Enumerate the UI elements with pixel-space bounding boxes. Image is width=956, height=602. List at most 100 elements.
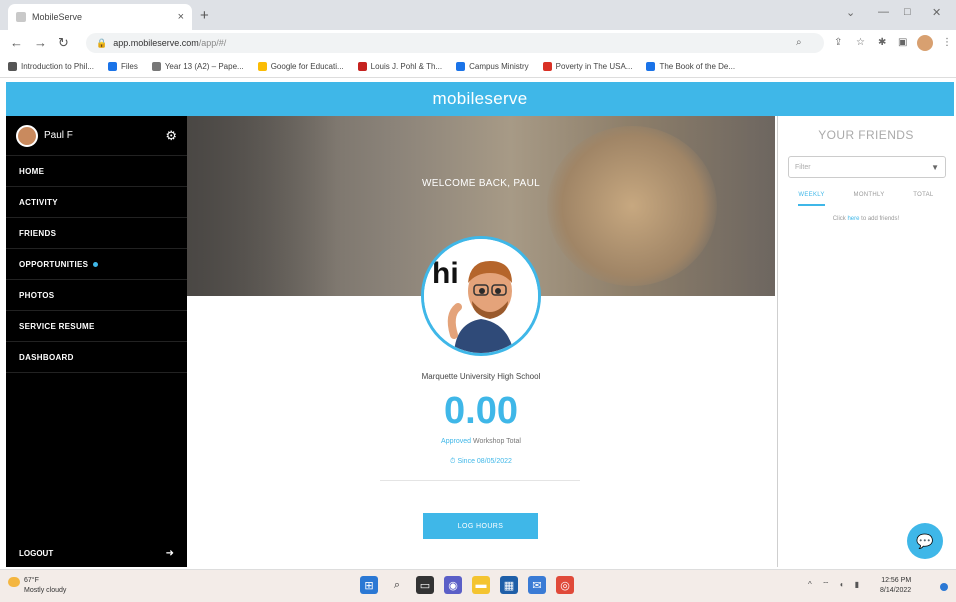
bookmark-item[interactable]: Louis J. Pohl & Th... — [357, 62, 443, 71]
tab-total[interactable]: TOTAL — [913, 192, 933, 206]
bookmark-item[interactable]: Year 13 (A2) – Pape... — [151, 62, 244, 71]
bookmark-item[interactable]: Files — [107, 62, 138, 71]
reload-icon[interactable]: ↻ — [58, 35, 69, 51]
hint-prefix: Click — [832, 216, 848, 222]
browser-tabstrip: MobileServe × + ⌄ — □ ✕ — [0, 0, 956, 30]
sidebar-item-home[interactable]: HOME — [6, 156, 187, 187]
welcome-heading: WELCOME BACK, PAUL — [421, 178, 541, 189]
clock-time: 12:56 PM — [881, 577, 912, 584]
chat-bubble-icon[interactable]: 💬 — [907, 523, 943, 559]
profile-avatar-large[interactable]: hi — [421, 236, 541, 356]
log-hours-button[interactable]: LOG HOURS — [423, 513, 538, 539]
browser-toolbar: ← → ↻ 🔒 app.mobileserve.com /app/#/ ⌕ ⇪ … — [0, 30, 956, 56]
url-path: /app/#/ — [198, 38, 227, 48]
hours-total: 0.00 — [444, 390, 518, 432]
forward-arrow-icon[interactable]: → — [34, 35, 47, 50]
side-panel-icon[interactable]: ▣ — [898, 37, 907, 48]
sidebar-item-activity[interactable]: ACTIVITY — [6, 187, 187, 218]
bookmark-label: Google for Educati... — [270, 62, 344, 71]
weather-temp: 67°F — [24, 577, 39, 584]
windows-start-icon[interactable]: ⊞ — [360, 576, 378, 594]
bookmark-item[interactable]: Google for Educati... — [257, 62, 344, 71]
tab-close-icon[interactable]: × — [178, 11, 184, 23]
notification-icon[interactable] — [940, 583, 948, 591]
friends-filter-select[interactable]: Filter ▼ — [788, 156, 946, 178]
taskbar-clock[interactable]: 12:56 PM 8/14/2022 — [880, 576, 911, 596]
hint-suffix: to add friends! — [859, 216, 900, 222]
taskbar-apps: ⊞ ⌕ ▭ ◉ ▬ ▦ ✉ ◎ — [360, 576, 574, 594]
sidebar-item-opportunities[interactable]: OPPORTUNITIES — [6, 249, 187, 280]
zoom-search-icon[interactable]: ⌕ — [796, 37, 802, 48]
minimize-icon[interactable]: — — [878, 6, 889, 18]
bookmark-favicon-icon — [8, 62, 17, 71]
url-host: app.mobileserve.com — [113, 38, 199, 48]
taskbar: 67°F Mostly cloudy ⊞ ⌕ ▭ ◉ ▬ ▦ ✉ ◎ ^ ⌔ ◐… — [0, 569, 956, 602]
bookmark-label: Louis J. Pohl & Th... — [370, 62, 443, 71]
tab-weekly[interactable]: WEEKLY — [798, 192, 825, 206]
window-close-icon[interactable]: ✕ — [932, 6, 941, 19]
sidebar-item-label: ACTIVITY — [19, 197, 58, 207]
bookmark-favicon-icon — [456, 62, 466, 71]
bookmark-label: Year 13 (A2) – Pape... — [164, 62, 244, 71]
system-tray-icons[interactable]: ^ ⌔ ◐ ▮ — [808, 580, 863, 590]
weather-widget[interactable]: 67°F Mostly cloudy — [8, 576, 66, 596]
sidebar-item-label: PHOTOS — [19, 290, 55, 300]
bookmark-favicon-icon — [257, 62, 267, 71]
gear-icon[interactable]: ⚙ — [165, 128, 177, 144]
bookmark-label: Poverty in The USA... — [555, 62, 633, 71]
address-bar[interactable]: 🔒 app.mobileserve.com /app/#/ — [86, 33, 824, 53]
friends-panel-title: YOUR FRIENDS — [818, 128, 914, 142]
bookmark-label: Campus Ministry — [469, 62, 529, 71]
search-icon[interactable]: ⌕ — [388, 576, 406, 594]
approved-label: Approved — [441, 438, 472, 445]
user-name[interactable]: Paul F — [44, 130, 73, 141]
sidebar-item-dashboard[interactable]: DASHBOARD — [6, 342, 187, 373]
add-friends-hint: Click here to add friends! — [778, 216, 954, 222]
browser-menu-icon[interactable]: ⋮ — [942, 37, 952, 48]
bookmark-item[interactable]: Campus Ministry — [456, 62, 529, 71]
avatar-caption: hi — [432, 257, 459, 290]
weather-sun-icon — [8, 577, 20, 587]
profile-avatar[interactable] — [917, 35, 933, 51]
task-view-icon[interactable]: ▭ — [416, 576, 434, 594]
filter-placeholder: Filter — [795, 163, 811, 171]
maximize-icon[interactable]: □ — [904, 6, 911, 18]
logout-icon: ➜ — [165, 548, 174, 559]
bookmark-favicon-icon — [107, 62, 117, 71]
store-icon[interactable]: ▦ — [500, 576, 518, 594]
avatar[interactable] — [16, 124, 38, 147]
sidebar-item-friends[interactable]: FRIENDS — [6, 218, 187, 249]
hero-blurred-face — [547, 126, 717, 286]
sidebar-item-photos[interactable]: PHOTOS — [6, 280, 187, 311]
sidebar: Paul F ⚙ HOME ACTIVITY FRIENDS OPPORTUNI… — [6, 116, 187, 567]
bookmark-item[interactable]: The Book of the De... — [646, 62, 735, 71]
sidebar-user-row: Paul F ⚙ — [6, 116, 187, 156]
app-brand-logo[interactable]: mobileserve — [433, 89, 528, 109]
bookmark-item[interactable]: Poverty in The USA... — [542, 62, 633, 71]
bookmark-star-icon[interactable]: ☆ — [856, 37, 865, 48]
browser-tab[interactable]: MobileServe × — [8, 4, 192, 30]
bookmark-favicon-icon — [542, 62, 552, 71]
logout-button[interactable]: LOGOUT ➜ — [6, 548, 187, 559]
share-icon[interactable]: ⇪ — [834, 37, 842, 48]
tab-title: MobileServe — [32, 12, 83, 22]
chevron-down-icon: ▼ — [931, 162, 939, 172]
extensions-puzzle-icon[interactable]: ✱ — [878, 37, 886, 48]
bookmark-item[interactable]: Introduction to Phil... — [8, 62, 94, 71]
sidebar-item-service-resume[interactable]: SERVICE RESUME — [6, 311, 187, 342]
tab-monthly[interactable]: MONTHLY — [854, 192, 885, 206]
logout-label: LOGOUT — [19, 549, 54, 558]
add-friends-link[interactable]: here — [847, 216, 859, 222]
chrome-icon[interactable]: ◎ — [556, 576, 574, 594]
new-tab-button[interactable]: + — [200, 7, 209, 24]
bookmark-favicon-icon — [646, 62, 656, 71]
tab-list-chevron-icon[interactable]: ⌄ — [846, 6, 855, 19]
bookmark-label: Introduction to Phil... — [21, 62, 94, 71]
back-arrow-icon[interactable]: ← — [10, 35, 23, 50]
bookmark-favicon-icon — [357, 62, 367, 71]
file-explorer-icon[interactable]: ▬ — [472, 576, 490, 594]
bitmoji-avatar-icon: hi — [424, 239, 538, 353]
chat-app-icon[interactable]: ◉ — [444, 576, 462, 594]
mail-icon[interactable]: ✉ — [528, 576, 546, 594]
friends-panel: YOUR FRIENDS Filter ▼ WEEKLY MONTHLY TOT… — [777, 116, 954, 567]
